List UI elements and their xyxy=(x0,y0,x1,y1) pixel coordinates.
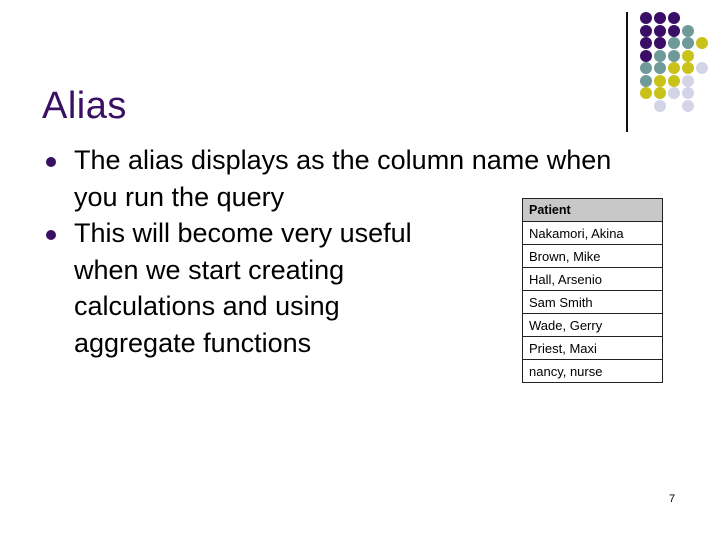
table-cell: Sam Smith xyxy=(522,290,663,314)
decorative-dot xyxy=(668,87,680,99)
table-cell: Priest, Maxi xyxy=(522,336,663,360)
decorative-dot xyxy=(682,74,694,87)
decorative-dot xyxy=(654,37,666,49)
decorative-dot xyxy=(654,49,666,62)
decorative-dot xyxy=(668,49,680,62)
decorative-dot xyxy=(668,74,680,87)
decorative-dot xyxy=(696,62,708,74)
bullet-dot-icon xyxy=(46,157,56,167)
decorative-dot xyxy=(682,62,694,74)
table-cell: nancy, nurse xyxy=(522,359,663,383)
decorative-dot xyxy=(640,37,652,49)
decorative-dot xyxy=(682,37,694,49)
decorative-divider-line xyxy=(626,12,628,132)
decorative-dot xyxy=(668,62,680,74)
page-number: 7 xyxy=(669,493,676,505)
table-row: Hall, Arsenio xyxy=(522,267,663,291)
decorative-dot xyxy=(640,49,652,62)
table-row: Brown, Mike xyxy=(522,244,663,268)
decorative-dot xyxy=(682,49,694,62)
decorative-dot xyxy=(682,24,694,37)
table-row: Wade, Gerry xyxy=(522,313,663,337)
decorative-dot xyxy=(640,12,652,24)
table-header-row: Patient xyxy=(522,198,663,222)
decorative-dot xyxy=(668,37,680,49)
column-header-patient: Patient xyxy=(522,198,663,222)
decorative-dot xyxy=(640,24,652,37)
table-cell: Nakamori, Akina xyxy=(522,221,663,245)
decorative-dot xyxy=(640,74,652,87)
table-row: Sam Smith xyxy=(522,290,663,314)
table-row: nancy, nurse xyxy=(522,359,663,383)
table-cell: Brown, Mike xyxy=(522,244,663,268)
decorative-dot xyxy=(696,37,708,49)
decorative-dot xyxy=(668,12,680,24)
decorative-dot xyxy=(654,99,666,112)
table-cell: Wade, Gerry xyxy=(522,313,663,337)
decorative-dot xyxy=(654,74,666,87)
table-cell: Hall, Arsenio xyxy=(522,267,663,291)
decorative-dot xyxy=(654,62,666,74)
decorative-dot xyxy=(682,99,694,112)
table-row: Priest, Maxi xyxy=(522,336,663,360)
decorative-dot xyxy=(654,12,666,24)
decorative-dot xyxy=(654,87,666,99)
decorative-dot xyxy=(640,87,652,99)
decorative-dot xyxy=(682,87,694,99)
decorative-dot xyxy=(640,62,652,74)
decorative-dot xyxy=(668,24,680,37)
bullet-dot-icon xyxy=(46,230,56,240)
decorative-dot xyxy=(654,24,666,37)
slide-title: Alias xyxy=(42,85,127,128)
patient-table: Patient Nakamori, Akina Brown, Mike Hall… xyxy=(522,198,663,383)
table-row: Nakamori, Akina xyxy=(522,221,663,245)
